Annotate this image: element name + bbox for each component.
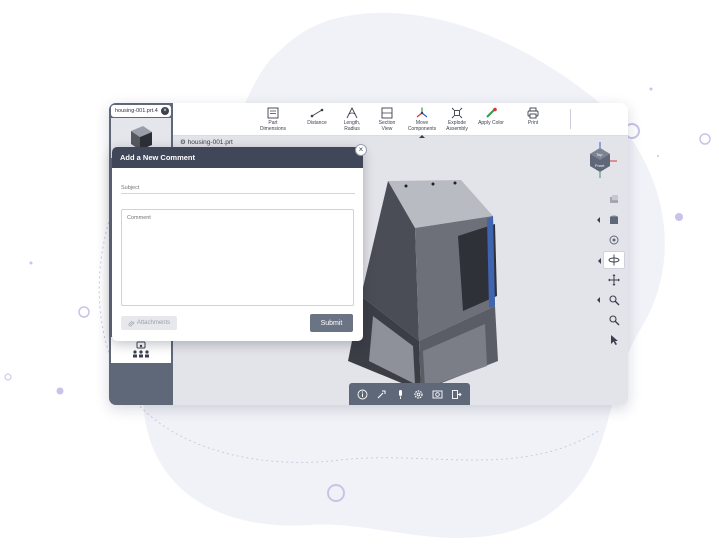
view-cube: Top Front [590, 142, 617, 178]
exit-button[interactable] [450, 387, 464, 401]
pan-button[interactable] [603, 271, 625, 289]
subject-input[interactable] [121, 183, 355, 194]
markup-button[interactable] [374, 387, 388, 401]
zoom-region-icon [609, 295, 620, 306]
cylinder-icon [610, 215, 618, 224]
bottom-toolbar [349, 383, 470, 405]
tool-label: Move Components [407, 120, 437, 132]
settings-button[interactable] [412, 387, 426, 401]
select-button[interactable] [603, 331, 625, 349]
select-icon [611, 335, 618, 345]
view-cube-face-front: Front [595, 163, 605, 168]
layers-icon [610, 195, 618, 203]
close-icon[interactable]: × [355, 144, 367, 156]
print-button[interactable]: Print [512, 107, 554, 127]
attachments-label: Attachments [136, 320, 171, 326]
team-icon [133, 341, 149, 358]
zoom-icon [609, 315, 620, 326]
info-icon [357, 389, 368, 399]
dialog-title: Add a New Comment [120, 153, 196, 162]
ring-decoration [78, 306, 90, 318]
rotate-icon [608, 254, 620, 266]
zoom-button[interactable] [603, 311, 625, 329]
zoom-region-button[interactable] [597, 291, 625, 309]
pan-icon [608, 274, 620, 286]
dot-decoration [649, 87, 653, 91]
top-toolbar: Part Dimensions Distance Length, Radius … [173, 103, 628, 136]
eye-button[interactable] [603, 231, 625, 249]
file-tab[interactable]: housing-001.prt.4 × [111, 105, 171, 117]
screenshot-icon [432, 390, 443, 398]
part-dimensions-button[interactable]: Part Dimensions [252, 107, 294, 132]
exit-icon [452, 389, 462, 399]
paperclip-icon [128, 320, 135, 326]
eye-icon [609, 235, 619, 245]
caret-left-icon [598, 258, 601, 264]
view-cube-face-top: Top [596, 152, 603, 157]
comment-textarea[interactable] [121, 209, 354, 306]
tool-label: Section View [378, 120, 396, 132]
dot-decoration [56, 387, 64, 395]
layers-button[interactable] [603, 191, 625, 209]
ring-decoration [699, 133, 711, 145]
settings-icon [414, 389, 423, 399]
dialog-header: Add a New Comment [112, 147, 363, 168]
screenshot-button[interactable] [431, 387, 445, 401]
markup-icon [377, 390, 386, 398]
tool-label: Print [527, 120, 539, 126]
attachments-button[interactable]: Attachments [121, 316, 177, 330]
microphone-button[interactable] [393, 387, 407, 401]
tool-label: Apply Color [478, 120, 504, 126]
dot-decoration [29, 261, 33, 265]
file-tab-label: housing-001.prt.4 [115, 108, 158, 114]
print-icon [527, 107, 539, 119]
apply-color-icon [486, 107, 497, 118]
dot-decoration [657, 155, 659, 157]
close-icon[interactable]: × [161, 107, 169, 115]
tool-label: Part Dimensions [259, 120, 287, 132]
caret-left-icon [597, 297, 600, 303]
tool-label: Explode Assembly [446, 120, 468, 132]
add-comment-dialog: Add a New Comment × Attachments Submit [112, 144, 367, 341]
cylinder-button[interactable] [597, 211, 625, 229]
apply-color-button[interactable]: Apply Color [470, 107, 512, 127]
part-dimensions-icon [267, 107, 279, 119]
tool-label: Length, Radius [343, 120, 361, 132]
submit-button[interactable]: Submit [310, 314, 353, 332]
microphone-icon [398, 389, 402, 399]
submit-label: Submit [320, 319, 343, 327]
rotate-button[interactable] [598, 251, 625, 269]
ring-decoration [4, 373, 12, 381]
info-button[interactable] [355, 387, 369, 401]
dot-decoration [675, 213, 683, 221]
housing-model [348, 180, 498, 391]
tool-label: Distance [307, 120, 327, 126]
toolbar-divider [570, 109, 571, 129]
caret-left-icon [597, 217, 600, 223]
